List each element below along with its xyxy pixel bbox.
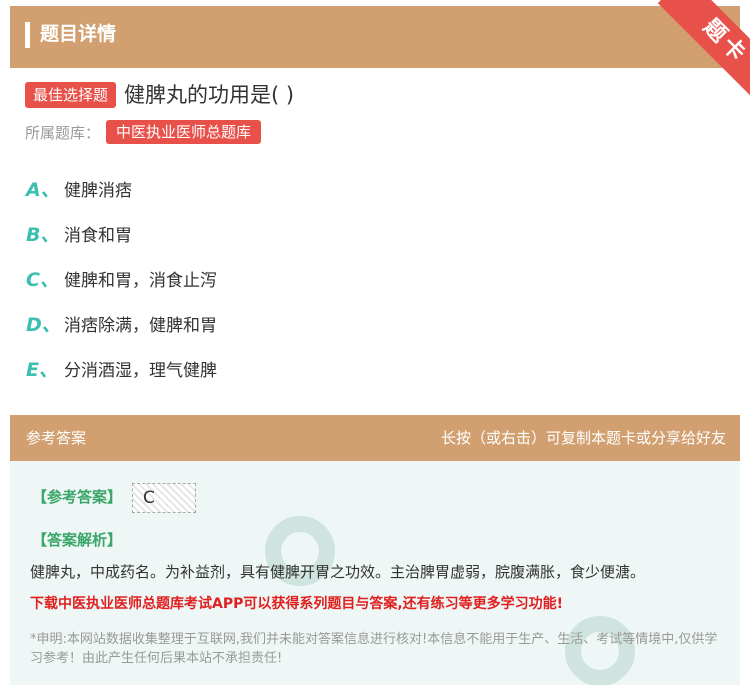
answer-bar-title: 参考答案 [26,429,87,447]
answer-bar: 参考答案 长按（或右击）可复制本题卡或分享给好友 [10,415,740,461]
library-label: 所属题库： [25,123,101,142]
option-a[interactable]: A、 健脾消痞 [26,173,132,203]
header-accent-bar [25,22,30,48]
share-hint: 长按（或右击）可复制本题卡或分享给好友 [440,429,726,447]
option-d[interactable]: D、 消痞除满，健脾和胃 [26,308,217,338]
option-text: 消食和胃 [64,225,132,246]
ribbon-label: 题卡 [657,0,750,100]
app-download-promo[interactable]: 下载中医执业医师总题库考试APP可以获得系列题目与答案,还有练习等更多学习功能! [30,593,730,615]
corner-ribbon[interactable]: 题卡 [630,0,750,100]
disclaimer-text: *申明:本网站数据收集整理于互联网,我们并未能对答案信息进行核对!本信息不能用于… [30,632,718,666]
option-text: 消痞除满，健脾和胃 [64,315,217,336]
option-c[interactable]: C、 健脾和胃，消食止泻 [26,263,217,293]
explanation-text: 健脾丸，中成药名。为补益剂，具有健脾开胃之功效。主治脾胃虚弱，脘腹满胀，食少便溏… [30,563,646,581]
option-letter: B、 [26,223,60,246]
question-row: 最佳选择题 健脾丸的功用是( ) [25,80,294,110]
option-text: 分消酒湿，理气健脾 [64,360,217,381]
option-b[interactable]: B、 消食和胃 [26,218,132,248]
answer-value: C [132,483,196,513]
library-link[interactable]: 中医执业医师总题库 [106,120,262,144]
question-text: 健脾丸的功用是( ) [124,83,295,107]
option-letter: A、 [26,178,60,201]
question-type-badge: 最佳选择题 [25,82,117,108]
library-row: 所属题库： 中医执业医师总题库 [25,120,262,144]
answer-panel: 【参考答案】 C 【答案解析】 健脾丸，中成药名。为补益剂，具有健脾开胃之功效。… [10,461,740,685]
option-letter: D、 [26,313,61,336]
option-letter: E、 [26,358,58,381]
option-text: 健脾和胃，消食止泻 [64,270,217,291]
option-e[interactable]: E、 分消酒湿，理气健脾 [26,353,217,383]
option-text: 健脾消痞 [64,180,132,201]
explanation-label: 【答案解析】 [32,531,123,549]
answer-label: 【参考答案】 [32,488,123,506]
option-letter: C、 [26,268,59,291]
page-title: 题目详情 [40,23,117,45]
